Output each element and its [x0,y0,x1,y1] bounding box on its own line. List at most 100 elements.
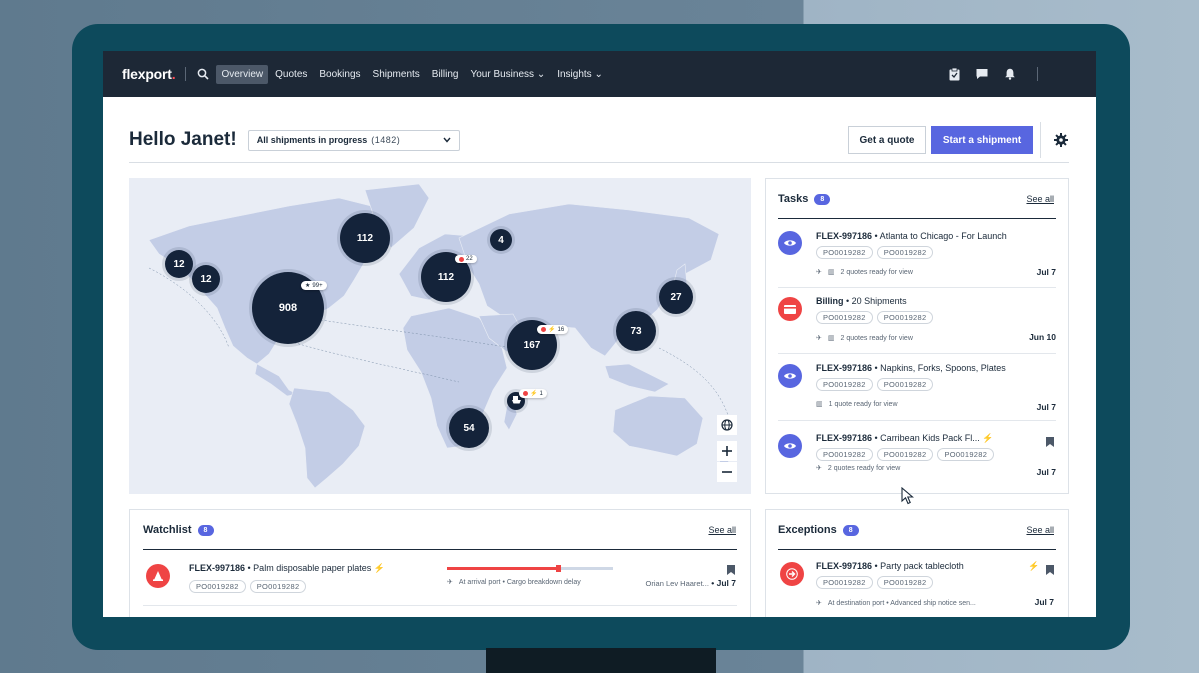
shipment-cluster[interactable]: 54 [449,408,489,448]
ship-icon [511,395,521,407]
progress-marker [556,565,562,572]
plane-icon: ✈ [816,335,822,342]
task-date: Jul 7 [1036,402,1056,412]
panel-rule [778,218,1056,219]
star-icon: ★ [305,283,311,289]
shipment-cluster[interactable]: 12 [192,265,220,293]
task-status: ▥ 1 quote ready for view [816,400,898,409]
exceptions-see-all-link[interactable]: See all [1026,525,1054,535]
watchlist-assignee: Orian Lev Haaret... • Jul 7 [645,578,736,588]
po-tag: PO0019282 [816,378,873,391]
alert-pill[interactable]: 22 [455,255,477,263]
shipment-map[interactable]: 12 12 908 112 112 4 167 73 27 54 ★ 99+ 22… [129,178,751,494]
panel-rule [778,549,1056,550]
factory-icon: ▥ [816,401,823,408]
task-item[interactable]: FLEX-997186 • Carribean Kids Pack Fl... … [778,432,1056,488]
task-date: Jul 7 [1036,467,1056,477]
watchlist-item-title[interactable]: FLEX-997186 • Palm disposable paper plat… [189,563,385,574]
task-item[interactable]: FLEX-997186 • Napkins, Forks, Spoons, Pl… [778,362,1056,418]
task-divider [778,353,1056,354]
app-screen: flexport. Overview Quotes Bookings Shipm… [103,51,1096,617]
task-status: ✈ ▥ 2 quotes ready for view [816,334,913,343]
nav-divider [185,67,187,81]
globe-icon[interactable] [717,415,737,435]
chevron-down-icon: ⌄ [536,68,546,80]
nav-bookings[interactable]: Bookings [314,65,365,84]
shipment-cluster[interactable]: 4 [490,229,512,251]
bookmark-icon[interactable] [1046,562,1054,580]
shipment-cluster[interactable]: 73 [616,311,656,351]
nav-your-business[interactable]: Your Business ⌄ [465,65,550,84]
tasks-see-all-link[interactable]: See all [1026,194,1054,204]
alert-dot-icon [541,327,546,332]
search-icon[interactable] [196,67,210,81]
progress-fill [447,567,559,570]
monitor-stand [486,648,716,673]
shipment-filter-select[interactable]: All shipments in progress (1482) [247,129,460,151]
po-tag: PO0019282 [876,311,934,324]
bookmark-icon[interactable] [1046,434,1056,447]
task-title: Billing • 20 Shipments [816,296,907,306]
po-tag: PO0019282 [816,311,873,324]
flexport-logo[interactable]: flexport. [122,66,176,82]
task-date: Jul 7 [1036,267,1056,277]
shipment-cluster[interactable]: 112 [340,213,390,263]
plane-icon: ✈ [816,600,822,607]
watchlist-see-all-link[interactable]: See all [708,525,736,535]
task-title: FLEX-997186 • Atlanta to Chicago - For L… [816,231,1007,241]
task-title: FLEX-997186 • Napkins, Forks, Spoons, Pl… [816,363,1006,373]
chat-icon[interactable] [975,67,989,81]
exception-item-title[interactable]: FLEX-997186 • Party pack tablecloth [816,561,964,571]
world-map [148,183,730,489]
plane-icon: ✈ [447,579,453,586]
zoom-in-icon[interactable] [717,441,737,461]
task-date: Jun 10 [1029,332,1056,342]
po-tag: PO0019282 [876,378,934,391]
nav-overview[interactable]: Overview [216,64,269,84]
count-badge: 8 [842,524,859,536]
eye-icon [778,231,802,255]
alert-dot-icon [523,391,528,396]
task-divider [778,420,1056,421]
task-divider [778,287,1056,288]
exceptions-panel: Exceptions 8 See all FLEX-997186 • Party … [765,509,1069,617]
po-tag: PO0019282 [937,448,995,461]
start-shipment-button[interactable]: Start a shipment [931,126,1033,154]
alert-pill[interactable]: ★ 99+ [301,281,327,290]
eye-icon [778,364,802,388]
row-divider [143,605,737,606]
lightning-icon: ⚡ [1028,561,1040,571]
page-header: Hello Janet! All shipments in progress (… [129,117,1069,163]
task-title: FLEX-997186 • Carribean Kids Pack Fl... … [816,433,994,443]
nav-billing[interactable]: Billing [427,65,464,84]
gear-icon[interactable] [1053,132,1069,148]
plane-icon: ✈ [816,465,822,472]
po-tag: PO0019282 [816,576,873,589]
lightning-icon: ⚡ [530,391,538,397]
nav-insights[interactable]: Insights ⌄ [552,65,608,84]
shipment-cluster[interactable]: 27 [659,280,693,314]
zoom-out-icon[interactable] [717,462,737,482]
task-item[interactable]: FLEX-997186 • Atlanta to Chicago - For L… [778,229,1056,285]
get-quote-button[interactable]: Get a quote [848,126,926,154]
top-nav: flexport. Overview Quotes Bookings Shipm… [103,51,1096,97]
nav-divider [1037,67,1038,81]
task-item[interactable]: Billing • 20 Shipments PO0019282 PO00192… [778,295,1056,351]
shipment-cluster[interactable]: 12 [165,250,193,278]
count-badge: 8 [814,193,831,205]
chevron-down-icon [443,135,451,145]
lightning-icon: ⚡ [373,563,385,573]
alert-pill[interactable]: ⚡ 1 [519,389,547,398]
credit-card-icon [778,297,802,321]
task-status: ✈ ▥ 2 quotes ready for view [816,268,913,277]
po-tag: PO0019282 [249,580,307,593]
clipboard-icon[interactable] [947,67,961,81]
lightning-icon: ⚡ [548,327,556,333]
nav-shipments[interactable]: Shipments [368,65,425,84]
watchlist-status: ✈ At arrival port • Cargo breakdown delay [447,578,581,587]
tasks-title: Tasks 8 [778,193,831,205]
bell-icon[interactable] [1003,67,1017,81]
header-rule [129,162,1069,163]
alert-pill[interactable]: ⚡ 16 [537,325,569,334]
nav-quotes[interactable]: Quotes [270,65,312,84]
